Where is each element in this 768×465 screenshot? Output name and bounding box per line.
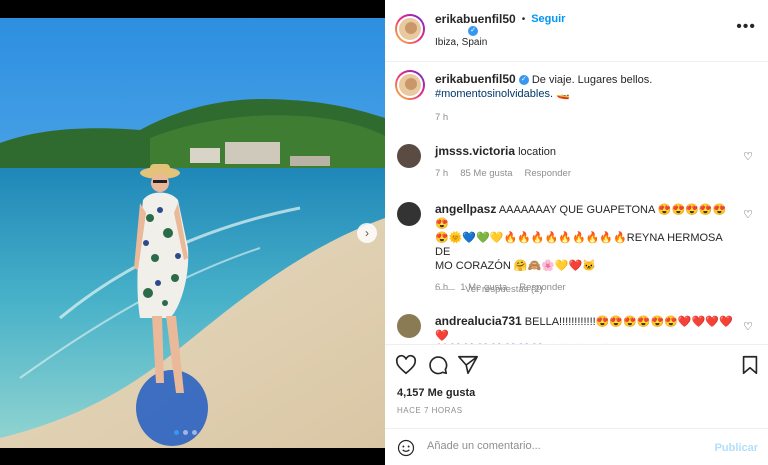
commenter-avatar[interactable] bbox=[397, 202, 421, 226]
comment-input[interactable] bbox=[427, 440, 687, 452]
like-comment-heart-icon[interactable]: ♡ bbox=[743, 150, 753, 164]
like-comment-heart-icon[interactable]: ♡ bbox=[743, 320, 753, 334]
comment-time: 7 h bbox=[435, 168, 449, 179]
add-comment-bar: Publicar bbox=[385, 428, 768, 465]
replies-divider bbox=[435, 289, 455, 290]
caption-time: 7 h bbox=[435, 112, 449, 123]
separator-dot: • bbox=[521, 13, 526, 25]
like-heart-icon[interactable] bbox=[395, 354, 417, 376]
reply-button[interactable]: Responder bbox=[525, 167, 571, 181]
commenter-username[interactable]: andrealucia731 bbox=[435, 314, 522, 328]
comment-bubble-icon[interactable] bbox=[427, 354, 449, 376]
follow-button[interactable]: Seguir bbox=[531, 13, 565, 25]
comment-text: location bbox=[518, 146, 557, 158]
post-header: erikabuenfil50 • Seguir ✓ Ibiza, Spain •… bbox=[385, 0, 768, 62]
caption-emoji: 🚤 bbox=[556, 88, 570, 100]
carousel-next-button[interactable]: › bbox=[357, 223, 377, 243]
post-details-panel: erikabuenfil50 • Seguir ✓ Ibiza, Spain •… bbox=[385, 0, 768, 465]
comment-text-line-3: MO CORAZÓN 🤗🙈🌸💛❤️🐱 bbox=[435, 260, 597, 272]
verified-badge-icon: ✓ bbox=[518, 75, 529, 86]
caption-hashtag[interactable]: #momentosinolvidables. bbox=[435, 88, 553, 100]
carousel-dot-3 bbox=[192, 430, 197, 435]
commenter-avatar[interactable] bbox=[397, 314, 421, 338]
post-location[interactable]: Ibiza, Spain bbox=[435, 37, 487, 48]
view-replies-button[interactable]: Ver respuestas (2) bbox=[435, 284, 543, 295]
verified-badge-icon: ✓ bbox=[468, 26, 478, 36]
instagram-post-view: › erikabuenfil50 • Seguir ✓ Ibiza, Spain… bbox=[0, 0, 768, 465]
author-avatar[interactable] bbox=[395, 14, 425, 44]
author-username[interactable]: erikabuenfil50 bbox=[435, 12, 516, 26]
view-replies-label: Ver respuestas (2) bbox=[465, 284, 543, 295]
comment-likes[interactable]: 85 Me gusta bbox=[460, 167, 512, 181]
emoji-picker-icon[interactable] bbox=[397, 439, 415, 457]
media-panel: › bbox=[0, 0, 385, 465]
comment-text-line-2: 😍🌞💙💚💛🔥🔥🔥🔥🔥🔥🔥🔥🔥REYNA HERMOSA DE bbox=[435, 232, 723, 258]
likes-count[interactable]: 4,157 Me gusta bbox=[397, 387, 475, 399]
action-bar bbox=[385, 344, 768, 384]
post-photo[interactable] bbox=[0, 18, 385, 448]
carousel-dot-1 bbox=[174, 430, 179, 435]
save-bookmark-icon[interactable] bbox=[739, 354, 761, 376]
caption-author-avatar[interactable] bbox=[395, 70, 425, 100]
carousel-dot-2 bbox=[183, 430, 188, 435]
commenter-username[interactable]: jmsss.victoria bbox=[435, 144, 515, 158]
publish-button[interactable]: Publicar bbox=[715, 442, 758, 454]
carousel-indicators bbox=[174, 430, 197, 435]
like-comment-heart-icon[interactable]: ♡ bbox=[743, 208, 753, 222]
caption-author[interactable]: erikabuenfil50 bbox=[435, 72, 516, 86]
commenter-avatar[interactable] bbox=[397, 144, 421, 168]
caption-text: De viaje. Lugares bellos. bbox=[531, 74, 653, 86]
more-options-icon[interactable]: ••• bbox=[736, 18, 756, 36]
share-send-icon[interactable] bbox=[457, 354, 479, 376]
beach-scene-image bbox=[0, 18, 385, 448]
post-timestamp: HACE 7 HORAS bbox=[397, 406, 463, 415]
comments-section: erikabuenfil50 ✓ De viaje. Lugares bello… bbox=[385, 62, 768, 344]
commenter-username[interactable]: angellpasz bbox=[435, 202, 496, 216]
